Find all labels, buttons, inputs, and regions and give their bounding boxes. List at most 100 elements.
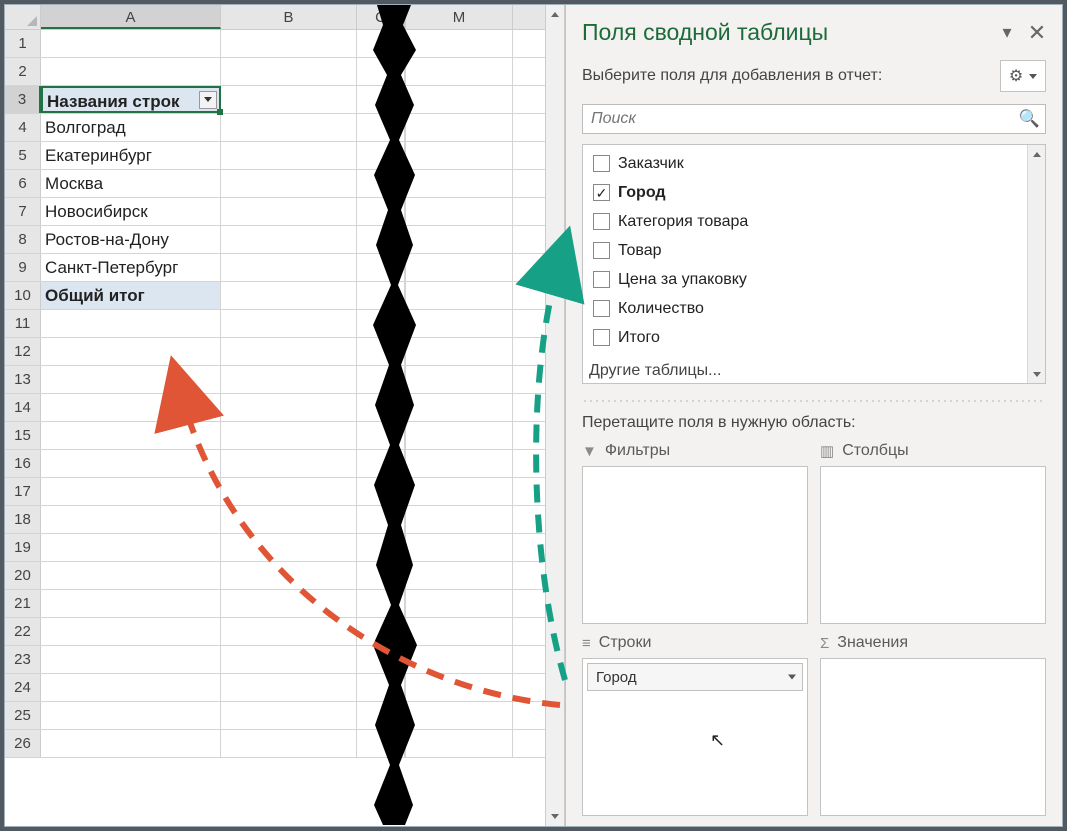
field-checkbox-0[interactable] [593, 155, 610, 172]
col-header-M[interactable]: M [405, 5, 513, 29]
cell-C24[interactable] [357, 674, 405, 701]
cell-C20[interactable] [357, 562, 405, 589]
row-header-19[interactable]: 19 [5, 534, 41, 561]
row-header-11[interactable]: 11 [5, 310, 41, 337]
cell-A10[interactable]: Общий итог [41, 282, 221, 309]
cell-M6[interactable] [405, 170, 513, 197]
cell-A8[interactable]: Ростов-на-Дону [41, 226, 221, 253]
row-header-15[interactable]: 15 [5, 422, 41, 449]
cell-A19[interactable] [41, 534, 221, 561]
cell-B20[interactable] [221, 562, 357, 589]
cell-M5[interactable] [405, 142, 513, 169]
cell-A5[interactable]: Екатеринбург [41, 142, 221, 169]
row-header-16[interactable]: 16 [5, 450, 41, 477]
area-values-box[interactable] [820, 658, 1046, 816]
row-header-23[interactable]: 23 [5, 646, 41, 673]
scroll-down-button[interactable] [546, 807, 564, 826]
row-header-7[interactable]: 7 [5, 198, 41, 225]
cell-B5[interactable] [221, 142, 357, 169]
cell-B7[interactable] [221, 198, 357, 225]
field-item-6[interactable]: Итого [589, 323, 1025, 352]
field-checkbox-4[interactable] [593, 271, 610, 288]
field-item-2[interactable]: Категория товара [589, 207, 1025, 236]
row-header-20[interactable]: 20 [5, 562, 41, 589]
worksheet-vertical-scrollbar[interactable] [545, 5, 565, 826]
cell-M10[interactable] [405, 282, 513, 309]
cell-C9[interactable] [357, 254, 405, 281]
row-header-8[interactable]: 8 [5, 226, 41, 253]
col-header-A[interactable]: A [41, 5, 221, 29]
cell-M2[interactable] [405, 58, 513, 85]
cell-A16[interactable] [41, 450, 221, 477]
cell-C18[interactable] [357, 506, 405, 533]
cell-C6[interactable] [357, 170, 405, 197]
cell-C7[interactable] [357, 198, 405, 225]
row-header-12[interactable]: 12 [5, 338, 41, 365]
cell-M21[interactable] [405, 590, 513, 617]
cell-A3[interactable]: Названия строк [41, 86, 221, 113]
cell-M20[interactable] [405, 562, 513, 589]
cell-A24[interactable] [41, 674, 221, 701]
spreadsheet[interactable]: A B C M 123Названия строк4Волгоград5Екат… [5, 5, 545, 826]
cell-B26[interactable] [221, 730, 357, 757]
cell-M14[interactable] [405, 394, 513, 421]
cell-B23[interactable] [221, 646, 357, 673]
cell-B17[interactable] [221, 478, 357, 505]
row-header-10[interactable]: 10 [5, 282, 41, 309]
cell-A7[interactable]: Новосибирск [41, 198, 221, 225]
fields-scroll-down[interactable] [1028, 365, 1045, 383]
cell-C11[interactable] [357, 310, 405, 337]
cell-B24[interactable] [221, 674, 357, 701]
cell-B14[interactable] [221, 394, 357, 421]
cell-M9[interactable] [405, 254, 513, 281]
cell-A14[interactable] [41, 394, 221, 421]
cell-B11[interactable] [221, 310, 357, 337]
row-header-24[interactable]: 24 [5, 674, 41, 701]
cell-C12[interactable] [357, 338, 405, 365]
row-header-14[interactable]: 14 [5, 394, 41, 421]
cell-C3[interactable] [357, 86, 405, 113]
row-header-3[interactable]: 3 [5, 86, 41, 113]
row-header-6[interactable]: 6 [5, 170, 41, 197]
pane-menu-button[interactable]: ▾ [998, 24, 1016, 42]
cell-B10[interactable] [221, 282, 357, 309]
cell-C14[interactable] [357, 394, 405, 421]
cell-B22[interactable] [221, 618, 357, 645]
cell-B13[interactable] [221, 366, 357, 393]
row-header-26[interactable]: 26 [5, 730, 41, 757]
cell-M12[interactable] [405, 338, 513, 365]
cell-M1[interactable] [405, 30, 513, 57]
cell-A6[interactable]: Москва [41, 170, 221, 197]
cell-A21[interactable] [41, 590, 221, 617]
row-header-5[interactable]: 5 [5, 142, 41, 169]
cell-A22[interactable] [41, 618, 221, 645]
area-filters-box[interactable] [582, 466, 808, 624]
cell-B2[interactable] [221, 58, 357, 85]
cell-A12[interactable] [41, 338, 221, 365]
cell-A13[interactable] [41, 366, 221, 393]
field-checkbox-3[interactable] [593, 242, 610, 259]
field-item-0[interactable]: Заказчик [589, 149, 1025, 178]
cell-A4[interactable]: Волгоград [41, 114, 221, 141]
row-header-1[interactable]: 1 [5, 30, 41, 57]
row-header-25[interactable]: 25 [5, 702, 41, 729]
scroll-up-button[interactable] [546, 5, 564, 24]
cell-C8[interactable] [357, 226, 405, 253]
cell-M4[interactable] [405, 114, 513, 141]
cell-B12[interactable] [221, 338, 357, 365]
cell-B4[interactable] [221, 114, 357, 141]
cell-C13[interactable] [357, 366, 405, 393]
field-checkbox-1[interactable] [593, 184, 610, 201]
row-header-18[interactable]: 18 [5, 506, 41, 533]
cell-B18[interactable] [221, 506, 357, 533]
select-all-corner[interactable] [5, 5, 41, 29]
cell-C26[interactable] [357, 730, 405, 757]
cell-C21[interactable] [357, 590, 405, 617]
cell-C5[interactable] [357, 142, 405, 169]
cell-B25[interactable] [221, 702, 357, 729]
cell-C10[interactable] [357, 282, 405, 309]
cell-M11[interactable] [405, 310, 513, 337]
cell-C19[interactable] [357, 534, 405, 561]
field-item-4[interactable]: Цена за упаковку [589, 265, 1025, 294]
cell-C17[interactable] [357, 478, 405, 505]
